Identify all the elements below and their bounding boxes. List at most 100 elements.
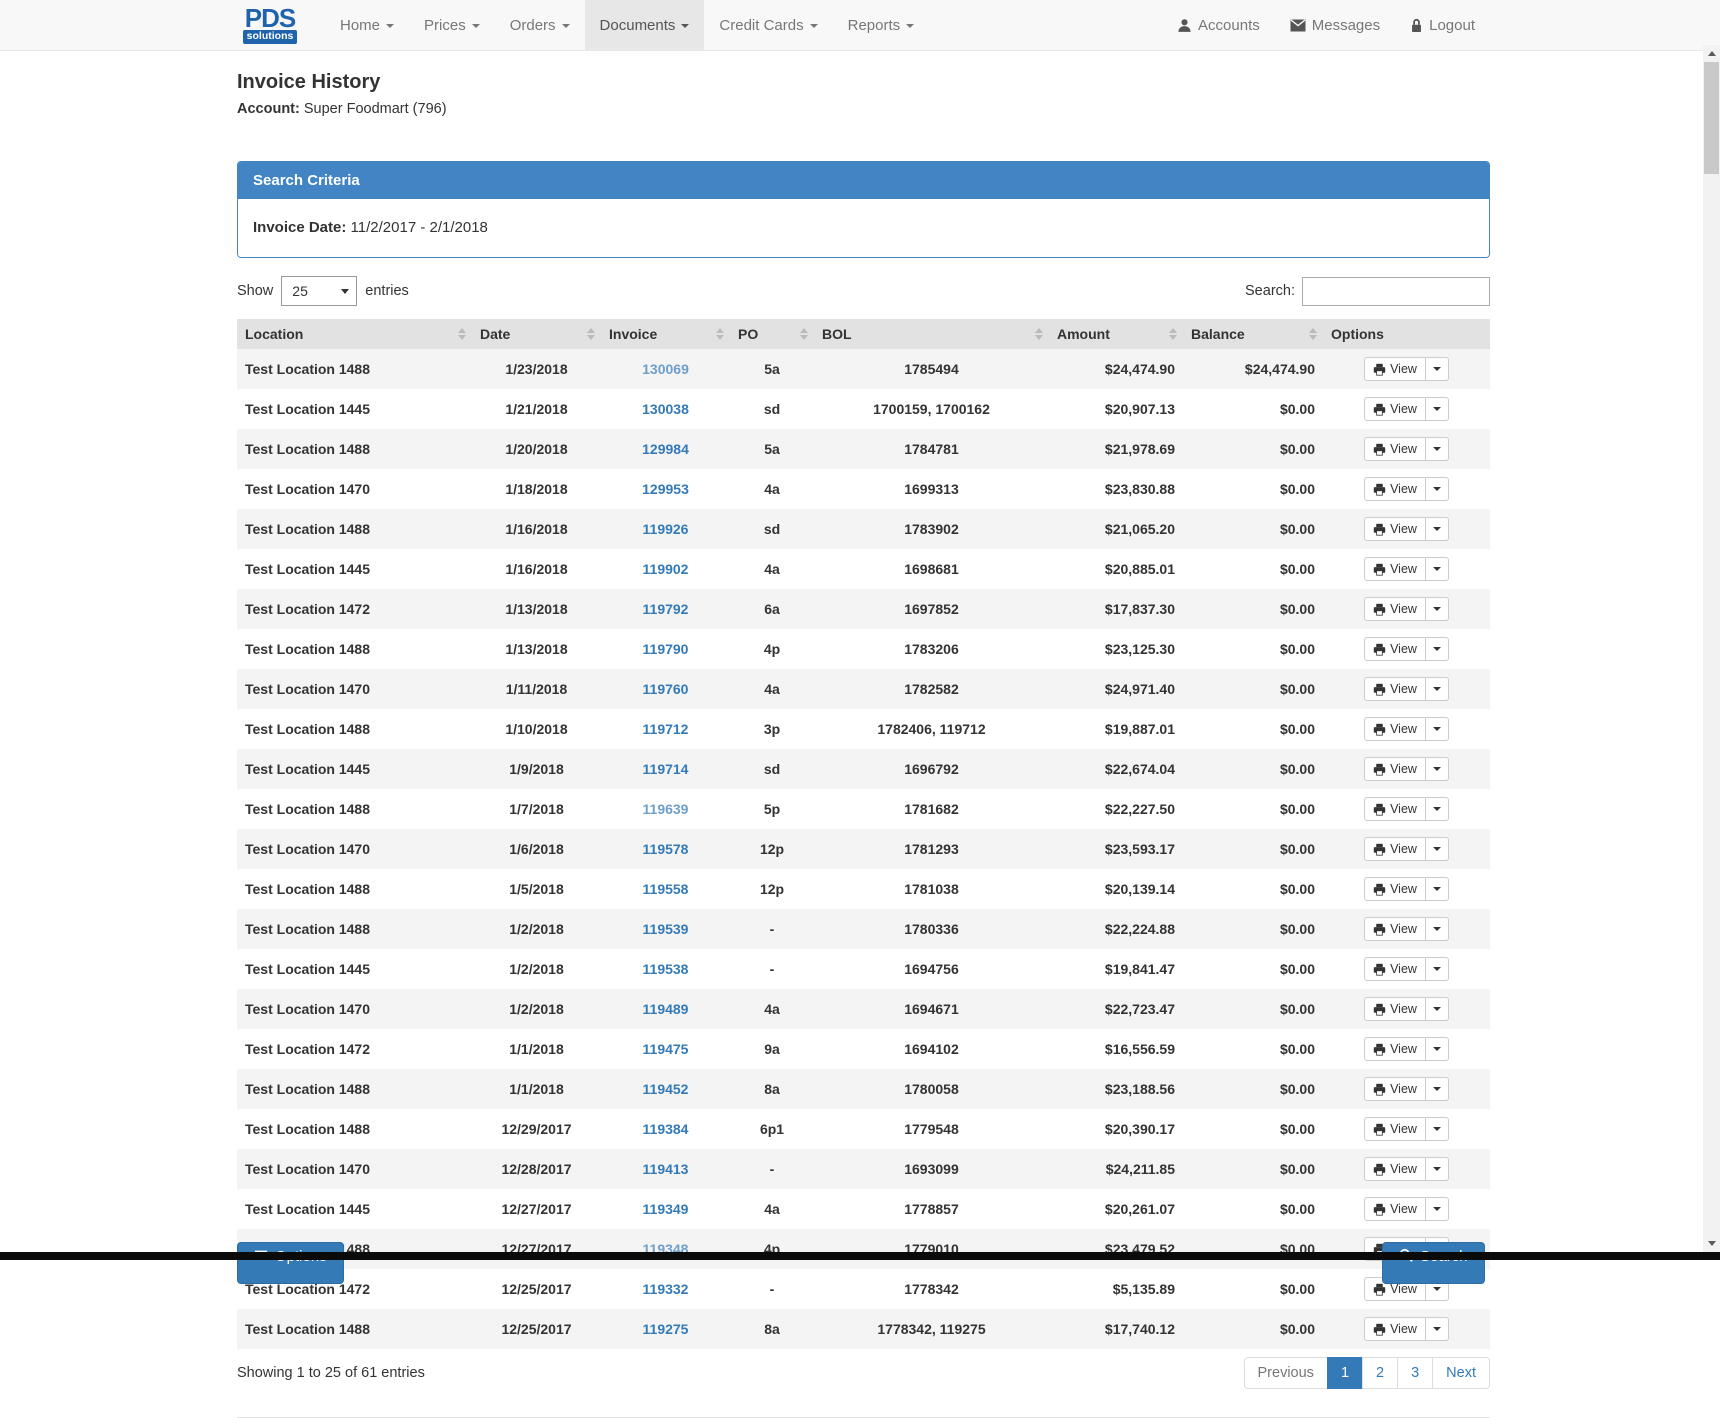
view-button[interactable]: View xyxy=(1364,1077,1426,1101)
view-dropdown-toggle[interactable] xyxy=(1426,1077,1449,1101)
column-header-bol[interactable]: BOL xyxy=(814,319,1049,349)
invoice-link[interactable]: 119475 xyxy=(643,1041,689,1057)
view-dropdown-toggle[interactable] xyxy=(1426,1197,1449,1221)
view-dropdown-toggle[interactable] xyxy=(1426,1157,1449,1181)
view-dropdown-toggle[interactable] xyxy=(1426,997,1449,1021)
view-dropdown-toggle[interactable] xyxy=(1426,917,1449,941)
view-button[interactable]: View xyxy=(1364,437,1426,461)
view-dropdown-toggle[interactable] xyxy=(1426,637,1449,661)
invoice-link[interactable]: 119452 xyxy=(643,1081,689,1097)
view-button[interactable]: View xyxy=(1364,477,1426,501)
invoice-link[interactable]: 129984 xyxy=(642,441,689,457)
accounts-link[interactable]: Accounts xyxy=(1162,0,1275,50)
nav-item-orders[interactable]: Orders xyxy=(495,0,585,50)
options-button[interactable]: Options xyxy=(237,1242,344,1284)
pagination-3[interactable]: 3 xyxy=(1397,1357,1433,1389)
column-header-date[interactable]: Date xyxy=(472,319,601,349)
view-dropdown-toggle[interactable] xyxy=(1426,557,1449,581)
invoice-link[interactable]: 119578 xyxy=(643,841,689,857)
view-button[interactable]: View xyxy=(1364,757,1426,781)
view-button[interactable]: View xyxy=(1364,717,1426,741)
nav-item-credit-cards[interactable]: Credit Cards xyxy=(704,0,832,50)
view-dropdown-toggle[interactable] xyxy=(1426,1117,1449,1141)
view-button[interactable]: View xyxy=(1364,597,1426,621)
invoice-link[interactable]: 119275 xyxy=(643,1321,689,1337)
view-button[interactable]: View xyxy=(1364,877,1426,901)
view-button[interactable]: View xyxy=(1364,837,1426,861)
view-dropdown-toggle[interactable] xyxy=(1426,677,1449,701)
scroll-up-arrow-icon[interactable] xyxy=(1703,45,1720,62)
view-dropdown-toggle[interactable] xyxy=(1426,957,1449,981)
nav-item-prices[interactable]: Prices xyxy=(409,0,495,50)
invoice-link[interactable]: 130038 xyxy=(642,401,689,417)
view-button[interactable]: View xyxy=(1364,557,1426,581)
column-header-balance[interactable]: Balance xyxy=(1183,319,1323,349)
view-button[interactable]: View xyxy=(1364,357,1426,381)
view-dropdown-toggle[interactable] xyxy=(1426,717,1449,741)
invoice-link[interactable]: 119349 xyxy=(643,1201,689,1217)
invoice-link[interactable]: 119539 xyxy=(643,921,689,937)
invoice-link[interactable]: 119790 xyxy=(643,641,689,657)
cell-date: 1/18/2018 xyxy=(472,469,601,509)
invoice-link[interactable]: 119558 xyxy=(643,881,689,897)
invoice-link[interactable]: 119902 xyxy=(643,561,689,577)
view-dropdown-toggle[interactable] xyxy=(1426,1037,1449,1061)
invoice-link[interactable]: 119332 xyxy=(643,1281,689,1297)
invoice-link[interactable]: 130069 xyxy=(642,361,689,377)
view-dropdown-toggle[interactable] xyxy=(1426,397,1449,421)
column-header-po[interactable]: PO xyxy=(730,319,814,349)
view-button[interactable]: View xyxy=(1364,397,1426,421)
view-dropdown-toggle[interactable] xyxy=(1426,517,1449,541)
nav-item-documents[interactable]: Documents xyxy=(585,0,705,50)
column-header-amount[interactable]: Amount xyxy=(1049,319,1183,349)
view-button[interactable]: View xyxy=(1364,917,1426,941)
view-button[interactable]: View xyxy=(1364,677,1426,701)
scrollbar-thumb[interactable] xyxy=(1704,62,1719,174)
column-header-invoice[interactable]: Invoice xyxy=(601,319,730,349)
view-button[interactable]: View xyxy=(1364,1197,1426,1221)
page-size-select[interactable]: 25 xyxy=(281,276,357,306)
invoice-link[interactable]: 119489 xyxy=(643,1001,689,1017)
view-dropdown-toggle[interactable] xyxy=(1426,477,1449,501)
pagination-1[interactable]: 1 xyxy=(1327,1357,1363,1389)
messages-link[interactable]: Messages xyxy=(1275,0,1395,50)
view-button[interactable]: View xyxy=(1364,1117,1426,1141)
view-button[interactable]: View xyxy=(1364,957,1426,981)
view-dropdown-toggle[interactable] xyxy=(1426,877,1449,901)
view-dropdown-toggle[interactable] xyxy=(1426,437,1449,461)
view-dropdown-toggle[interactable] xyxy=(1426,757,1449,781)
nav-item-reports[interactable]: Reports xyxy=(833,0,930,50)
pagination-next[interactable]: Next xyxy=(1432,1357,1490,1389)
view-button[interactable]: View xyxy=(1364,1317,1426,1341)
invoice-link[interactable]: 129953 xyxy=(642,481,689,497)
view-button[interactable]: View xyxy=(1364,797,1426,821)
view-dropdown-toggle[interactable] xyxy=(1426,357,1449,381)
invoice-link[interactable]: 119538 xyxy=(643,961,689,977)
view-button[interactable]: View xyxy=(1364,997,1426,1021)
view-dropdown-toggle[interactable] xyxy=(1426,837,1449,861)
view-button[interactable]: View xyxy=(1364,1157,1426,1181)
invoice-link[interactable]: 119639 xyxy=(643,801,689,817)
search-button[interactable]: Search xyxy=(1382,1242,1485,1284)
logout-link[interactable]: Logout xyxy=(1395,0,1490,50)
invoice-link[interactable]: 119384 xyxy=(643,1121,689,1137)
view-dropdown-toggle[interactable] xyxy=(1426,797,1449,821)
invoice-link[interactable]: 119413 xyxy=(643,1161,689,1177)
view-button[interactable]: View xyxy=(1364,1037,1426,1061)
invoice-link[interactable]: 119714 xyxy=(643,761,689,777)
nav-item-home[interactable]: Home xyxy=(325,0,409,50)
view-button[interactable]: View xyxy=(1364,637,1426,661)
invoice-link[interactable]: 119926 xyxy=(643,521,689,537)
view-dropdown-toggle[interactable] xyxy=(1426,597,1449,621)
column-header-location[interactable]: Location xyxy=(237,319,472,349)
invoice-link[interactable]: 119760 xyxy=(643,681,689,697)
search-input[interactable] xyxy=(1302,277,1490,306)
pagination-2[interactable]: 2 xyxy=(1362,1357,1398,1389)
invoice-link[interactable]: 119712 xyxy=(643,721,689,737)
scroll-down-arrow-icon[interactable] xyxy=(1703,1235,1720,1252)
view-dropdown-toggle[interactable] xyxy=(1426,1317,1449,1341)
invoice-link[interactable]: 119792 xyxy=(643,601,689,617)
view-button[interactable]: View xyxy=(1364,517,1426,541)
pagination-previous[interactable]: Previous xyxy=(1244,1357,1328,1389)
brand-logo[interactable]: PDS solutions xyxy=(237,0,303,50)
